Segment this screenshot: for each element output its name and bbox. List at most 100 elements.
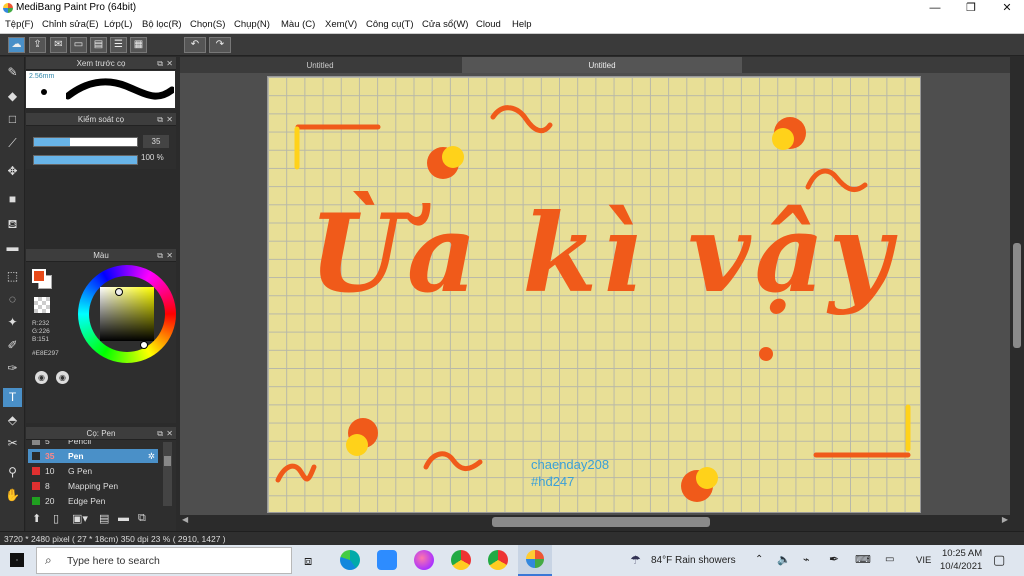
divide-tool-icon[interactable]: ✂ <box>3 434 22 453</box>
notification-icon[interactable]: ▢ <box>993 552 1005 568</box>
chrome-icon[interactable] <box>451 550 471 570</box>
gradient-tool-icon[interactable]: ▬ <box>3 238 22 257</box>
taskbar-search-box[interactable]: ⌕ Type here to search <box>36 547 292 574</box>
duplicate-icon[interactable]: ⧉ <box>138 512 146 525</box>
menu-select[interactable]: Chọn(S) <box>190 19 225 30</box>
menu-window[interactable]: Cửa sổ(W) <box>422 19 468 30</box>
brush-settings-icon[interactable]: ▤ <box>99 512 109 525</box>
fill-rect-tool-icon[interactable]: ■ <box>3 190 22 209</box>
operation-tool-icon[interactable]: ⬘ <box>3 411 22 430</box>
float-icon[interactable]: ⧉ <box>157 57 163 70</box>
brush-tool-icon[interactable]: ✎ <box>3 63 22 82</box>
redo-button[interactable]: ↷ <box>209 37 231 53</box>
foreground-color-swatch[interactable] <box>32 269 46 283</box>
drawing-canvas[interactable]: Ừa kì vậy chaenday208 #hđ247 <box>267 76 921 513</box>
magic-wand-icon[interactable]: ✦ <box>3 313 22 332</box>
float-icon[interactable]: ⧉ <box>157 113 163 126</box>
close-panel-icon[interactable]: ✕ <box>166 249 173 262</box>
brush-size-value[interactable]: 35 <box>143 135 169 148</box>
vertical-scroll-thumb[interactable] <box>1013 243 1021 348</box>
paint-app-icon[interactable] <box>414 550 434 570</box>
add-brush-icon[interactable]: ⬆ <box>32 512 41 525</box>
brush-list-scrollbar[interactable] <box>163 442 172 506</box>
menu-file[interactable]: Tệp(F) <box>5 19 34 30</box>
keyboard-icon[interactable]: ⌨ <box>855 553 871 566</box>
rectangle-tool-icon[interactable]: □ <box>3 110 22 129</box>
menu-filter[interactable]: Bộ lọc(R) <box>142 19 182 30</box>
speaker-icon[interactable]: 🔈 <box>777 553 791 566</box>
gear-icon[interactable]: ✲ <box>148 449 155 463</box>
windows-start-icon[interactable] <box>10 553 24 567</box>
tab-untitled-1[interactable]: Untitled <box>180 57 460 73</box>
weather-text[interactable]: 84°F Rain showers <box>651 555 736 566</box>
brush-opacity-slider[interactable] <box>33 155 138 165</box>
menu-layer[interactable]: Lớp(L) <box>104 19 132 30</box>
comment-icon[interactable]: ✉ <box>50 37 67 53</box>
lasso-tool-icon[interactable]: ◌ <box>3 290 22 309</box>
grid-icon[interactable]: ▦ <box>130 37 147 53</box>
brush-item-mapping-pen[interactable]: 8 Mapping Pen <box>28 479 158 493</box>
maximize-button[interactable]: ❐ <box>954 0 988 16</box>
undo-button[interactable]: ↶ <box>184 37 206 53</box>
speech-icon[interactable]: ▭ <box>70 37 87 53</box>
medibang-taskbar-button[interactable] <box>518 545 552 576</box>
select-tool-icon[interactable]: ⬚ <box>3 267 22 286</box>
palette-icon[interactable]: ◉ <box>35 371 48 384</box>
brush-type-icon[interactable]: ▣▾ <box>72 512 88 525</box>
close-button[interactable]: ✕ <box>990 0 1024 16</box>
list-icon[interactable]: ☰ <box>110 37 127 53</box>
hue-handle[interactable] <box>140 341 148 349</box>
select-eraser-icon[interactable]: ✑ <box>3 359 22 378</box>
close-panel-icon[interactable]: ✕ <box>166 113 173 126</box>
new-brush-icon[interactable]: ▯ <box>53 512 59 525</box>
eyedropper-icon[interactable]: ⚲ <box>3 463 22 482</box>
brush-item-edge-pen[interactable]: 20 Edge Pen <box>28 494 158 508</box>
menu-help[interactable]: Help <box>512 19 532 30</box>
select-pen-icon[interactable]: ✐ <box>3 336 22 355</box>
clock-time[interactable]: 10:25 AM <box>942 548 982 559</box>
pen-icon[interactable]: ✒ <box>829 552 839 566</box>
menu-edit[interactable]: Chỉnh sửa(E) <box>42 19 99 30</box>
network-icon[interactable]: ⌁ <box>803 553 810 566</box>
battery-icon[interactable]: ▭ <box>885 554 894 565</box>
brush-size-slider[interactable] <box>33 137 138 147</box>
text-tool-icon[interactable]: T <box>3 388 22 407</box>
zoom-icon[interactable] <box>377 550 397 570</box>
brush-item-g-pen[interactable]: 10 G Pen <box>28 464 158 478</box>
hue-wheel[interactable] <box>78 265 176 363</box>
vertical-scrollbar[interactable] <box>1010 73 1024 515</box>
edge-browser-icon[interactable] <box>340 550 360 570</box>
menu-color[interactable]: Màu (C) <box>281 19 315 30</box>
language-indicator[interactable]: VIE <box>916 555 931 566</box>
hand-tool-icon[interactable]: ✋ <box>3 486 22 505</box>
brush-item-pencil[interactable]: 5 Pencil <box>28 440 158 448</box>
close-panel-icon[interactable]: ✕ <box>166 427 173 440</box>
menu-snap[interactable]: Chụp(N) <box>234 19 270 30</box>
scroll-left-icon[interactable]: ◀ <box>182 515 188 524</box>
horizontal-scrollbar[interactable]: ◀ ▶ <box>180 515 1010 529</box>
tab-untitled-2[interactable]: Untitled <box>462 57 742 73</box>
move-tool-icon[interactable]: ✥ <box>3 162 22 181</box>
horizontal-scroll-thumb[interactable] <box>492 517 710 527</box>
line-tool-icon[interactable]: ⟋ <box>3 134 22 153</box>
float-icon[interactable]: ⧉ <box>157 427 163 440</box>
clock-date[interactable]: 10/4/2021 <box>940 561 982 572</box>
menu-cloud[interactable]: Cloud <box>476 19 501 30</box>
chrome-icon[interactable] <box>488 550 508 570</box>
transparent-color-swatch[interactable] <box>34 297 50 313</box>
share-icon[interactable]: ⇪ <box>29 37 46 53</box>
scroll-right-icon[interactable]: ▶ <box>1002 515 1008 524</box>
saturation-box[interactable] <box>100 287 154 341</box>
sv-handle[interactable] <box>115 288 123 296</box>
cloud-icon[interactable]: ☁ <box>8 37 25 53</box>
folder-icon[interactable]: ▬ <box>118 512 129 524</box>
brush-item-pen[interactable]: 35 Pen ✲ <box>28 449 158 463</box>
menu-view[interactable]: Xem(V) <box>325 19 357 30</box>
eraser-tool-icon[interactable]: ◆ <box>3 87 22 106</box>
task-view-icon[interactable]: ⧈ <box>304 553 312 569</box>
bucket-tool-icon[interactable]: ⛾ <box>3 215 22 234</box>
float-icon[interactable]: ⧉ <box>157 249 163 262</box>
page-icon[interactable]: ▤ <box>90 37 107 53</box>
chevron-up-icon[interactable]: ⌃ <box>755 554 763 565</box>
palette-edit-icon[interactable]: ◉ <box>56 371 69 384</box>
